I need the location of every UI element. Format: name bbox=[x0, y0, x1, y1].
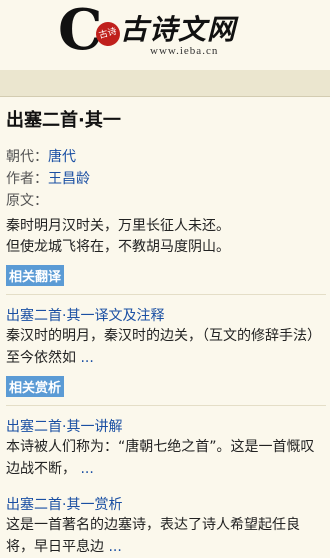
read-more-link[interactable]: ... bbox=[80, 350, 93, 366]
dynasty-row: 朝代：唐代 bbox=[6, 146, 326, 168]
divider bbox=[6, 405, 326, 406]
author-label: 作者： bbox=[6, 171, 48, 187]
analysis-link-1[interactable]: 出塞二首·其一讲解 bbox=[6, 416, 326, 436]
poem-line: 秦时明月汉时关，万里长征人未还。 bbox=[6, 218, 230, 234]
logo-url: www.ieba.cn bbox=[150, 45, 219, 57]
analysis-snippet-1: 本诗被人们称为：“唐朝七绝之首”。这是一首慨叹边战不断， ... bbox=[6, 436, 326, 480]
site-logo[interactable]: C 古诗 古诗文网 www.ieba.cn bbox=[58, 0, 248, 64]
author-row: 作者：王昌龄 bbox=[6, 168, 326, 190]
translation-section-label: 相关翻译 bbox=[6, 265, 65, 286]
poem-body: 秦时明月汉时关，万里长征人未还。 但使龙城飞将在，不教胡马度阴山。 bbox=[6, 216, 326, 258]
poem-line: 但使龙城飞将在，不教胡马度阴山。 bbox=[6, 239, 230, 255]
dynasty-label: 朝代： bbox=[6, 149, 48, 165]
poem-title: 出塞二首·其一 bbox=[6, 110, 121, 131]
translation-snippet: 秦汉时的明月，秦汉时的边关，（互文的修辞手法）至今依然如 ... bbox=[6, 325, 326, 369]
analysis-snippet-2: 这是一首著名的边塞诗，表达了诗人希望起任良将，早日平息边 ... bbox=[6, 514, 326, 558]
logo-text: 古诗文网 bbox=[120, 13, 237, 46]
read-more-link[interactable]: ... bbox=[80, 461, 93, 477]
author-link[interactable]: 王昌龄 bbox=[48, 171, 90, 187]
poem-content: 出塞二首·其一 朝代：唐代 作者：王昌龄 原文： 秦时明月汉时关，万里长征人未还… bbox=[6, 96, 326, 558]
analysis-link-2[interactable]: 出塞二首·其一赏析 bbox=[6, 494, 326, 514]
original-text-label: 原文： bbox=[6, 193, 48, 209]
divider bbox=[6, 294, 326, 295]
snippet-text: 这是一首著名的边塞诗，表达了诗人希望起任良将，早日平息边 bbox=[6, 517, 300, 555]
dynasty-link[interactable]: 唐代 bbox=[48, 149, 76, 165]
app-header: C 古诗 古诗文网 www.ieba.cn bbox=[0, 0, 330, 71]
toolbar-bar bbox=[0, 70, 330, 97]
snippet-text: 秦汉时的明月，秦汉时的边关，（互文的修辞手法）至今依然如 bbox=[6, 328, 321, 366]
analysis-section-label: 相关赏析 bbox=[6, 376, 65, 397]
translation-link[interactable]: 出塞二首·其一译文及注释 bbox=[6, 305, 326, 325]
read-more-link[interactable]: ... bbox=[108, 539, 121, 555]
snippet-text: 本诗被人们称为：“唐朝七绝之首”。这是一首慨叹边战不断， bbox=[6, 439, 315, 477]
